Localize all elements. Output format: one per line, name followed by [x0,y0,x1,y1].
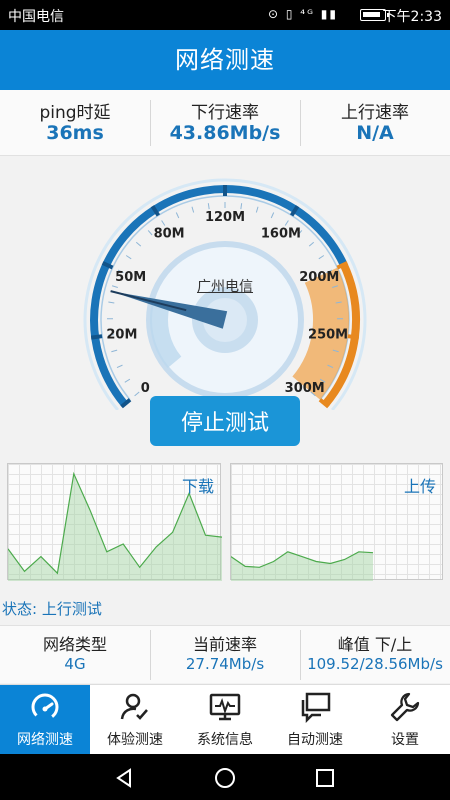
page-title: 网络测速 [175,46,275,74]
gauge-tick-label: 160M [261,226,301,241]
ping-value: 36ms [46,122,104,144]
network-type-value: 4G [64,655,86,673]
gauge-minor-tick [124,378,131,383]
gauge-minor-tick [116,364,123,368]
gauge-minor-tick [270,212,275,219]
current-rate-value: 27.74Mb/s [185,655,265,673]
app-header: 网络测速 [0,30,450,90]
isp-label: 广州电信 [197,279,253,295]
tab-settings[interactable]: 设置 [360,685,450,755]
tab-label: 体验测速 [107,732,163,748]
gauge-minor-tick [255,206,259,213]
status-bar: 中国电信 ⊙ ▯ ⁴ᴳ ▮▮ 下午2:33 [0,0,450,30]
upload-label: 上行速率 [341,103,409,123]
gauge-tick-label: 50M [115,270,146,285]
ping-metric: ping时延 36ms [0,90,150,155]
tab-label: 网络测速 [17,732,73,748]
tab-label: 自动测速 [287,732,343,748]
gauge-minor-tick [111,285,118,288]
gauge-minor-tick [125,255,132,260]
system-nav-bar [0,754,450,800]
gauge-minor-tick [191,206,195,213]
tab-speed-test[interactable]: 网络测速 [0,685,90,755]
gauge-tick-label: 250M [308,328,348,343]
download-chart-tag: 下载 [181,477,214,496]
test-status: 状态: 上行测试 [2,600,102,618]
current-rate-cell: 当前速率 27.74Mb/s [150,626,300,683]
gauge-major-tick [347,334,360,340]
download-metric: 下行速率 43.86Mb/s [150,90,300,155]
gauge-minor-tick [161,220,166,226]
speed-metrics: ping时延 36ms 下行速率 43.86Mb/s 上行速率 N/A [0,90,450,156]
gauge-minor-tick [135,241,142,247]
signal-indicators: ⊙ ▯ ⁴ᴳ ▮▮ [268,7,338,21]
gauge-minor-tick [111,349,118,353]
gauge-tick-label: 200M [299,270,339,285]
gauge-minor-tick [284,220,289,226]
gauge-minor-tick [207,203,210,210]
stop-test-button[interactable]: 停止测试 [150,396,300,446]
upload-chart-tag: 上传 [403,477,436,496]
monitor-icon [209,693,241,721]
gauge-tick-label: 80M [154,226,185,241]
carrier-name: 中国电信 [8,9,64,25]
ping-label: ping时延 [39,103,111,123]
peak-cell: 峰值 下/上 109.52/28.56Mb/s [300,626,450,683]
download-chart: 下载 [7,463,222,581]
upload-metric: 上行速率 N/A [300,90,450,155]
gauge-minor-tick [308,241,315,247]
gauge-minor-tick [108,301,115,304]
network-info: 网络类型 4G 当前速率 27.74Mb/s 峰值 下/上 109.52/28.… [0,625,450,683]
network-type-cell: 网络类型 4G [0,626,150,683]
current-rate-label: 当前速率 [192,635,257,654]
recents-icon[interactable] [313,766,337,790]
tab-experience-test[interactable]: 体验测速 [90,685,180,755]
gauge-minor-tick [175,212,180,219]
tab-system-info[interactable]: 系统信息 [180,685,270,755]
download-value: 43.86Mb/s [169,122,281,144]
chat-bubbles-icon [301,692,331,723]
gauge-minor-tick [240,203,243,210]
gauge-tick-label: 0 [141,381,150,396]
peak-label: 峰值 下/上 [337,635,413,654]
user-check-icon [120,693,148,720]
tab-label: 系统信息 [197,732,253,748]
speed-gauge: 0 20M 50M 80M 120M 160M 200M 250M 300M 广州电信 [0,160,450,410]
gauge-minor-tick [147,230,153,236]
wrench-icon [390,692,420,722]
gauge-tick-label: 20M [106,328,137,343]
back-icon[interactable] [112,766,136,790]
upload-chart: 上传 [230,463,443,581]
upload-value: N/A [356,122,394,144]
gauge-minor-tick [318,255,325,260]
gauge-major-tick [90,334,103,340]
bottom-tab-bar: 网络测速 体验测速 系统信息 自动测速 设置 [0,684,450,755]
gauge-minor-tick [134,391,140,397]
home-icon[interactable] [213,766,237,790]
download-label: 下行速率 [191,103,259,123]
network-type-label: 网络类型 [42,635,107,654]
speedometer-icon [31,693,59,721]
gauge-tick-label: 300M [285,381,325,396]
clock: 下午2:33 [382,9,442,25]
tab-label: 设置 [391,732,419,748]
peak-value: 109.52/28.56Mb/s [307,655,443,673]
gauge-tick-label: 120M [205,210,245,225]
tab-auto-test[interactable]: 自动测速 [270,685,360,755]
